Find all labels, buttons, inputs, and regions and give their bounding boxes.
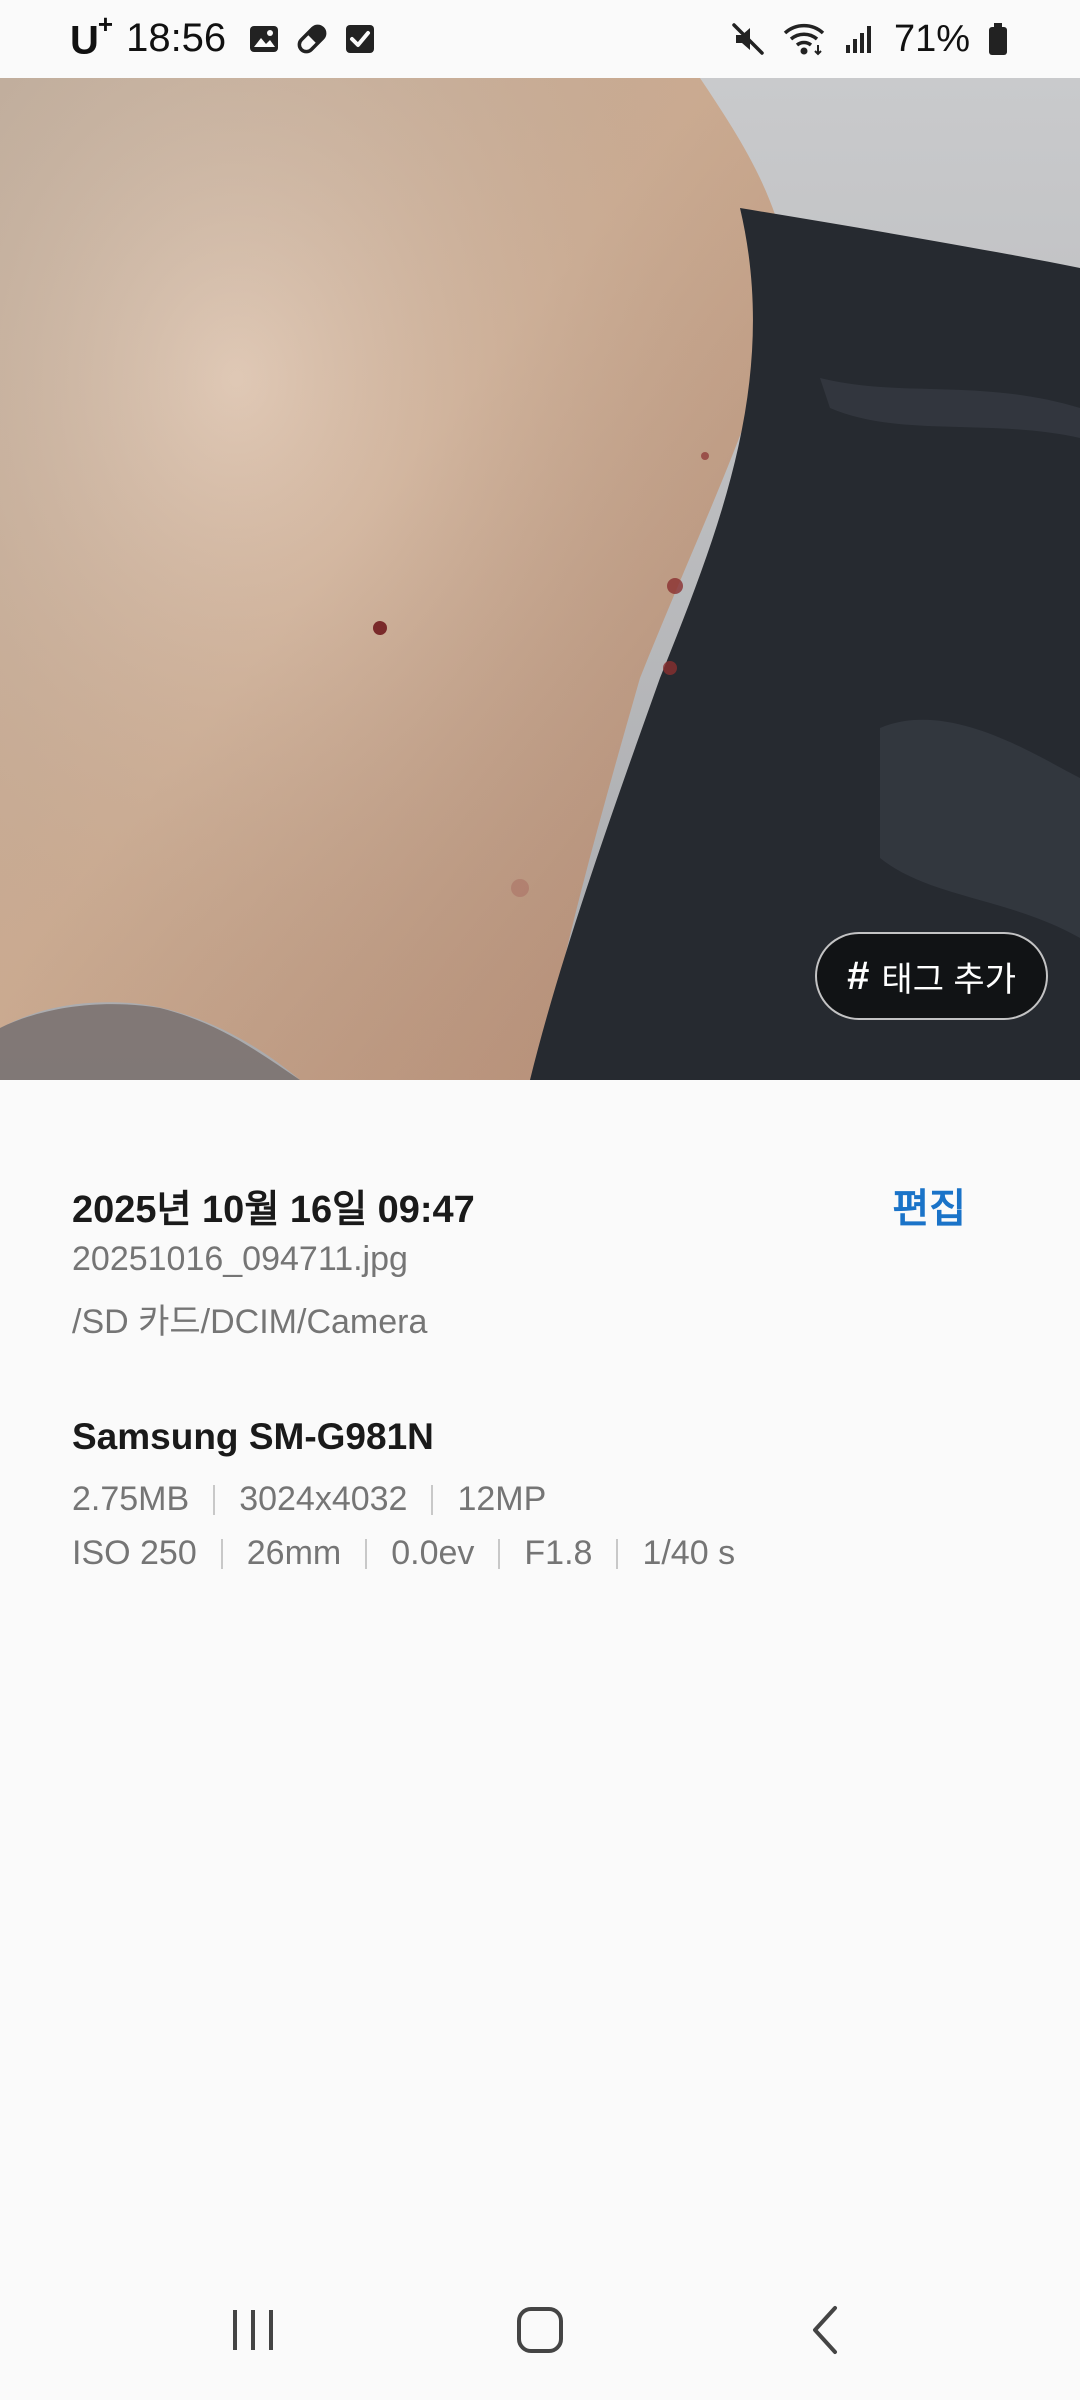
status-bar-right: 71% [730, 18, 1010, 61]
carrier-label: U+ [70, 8, 113, 63]
wifi-icon [782, 21, 826, 57]
checkbox-icon [344, 23, 376, 55]
status-bar: U+ 18:56 71% [0, 0, 1080, 78]
edit-button[interactable]: 편집 [892, 1176, 966, 1234]
photo-details: 2025년 10월 16일 09:47 편집 20251016_094711.j… [0, 1080, 1080, 2260]
shutter-speed: 1/40 s [642, 1534, 736, 1572]
date-time: 2025년 10월 16일 09:47 [72, 1188, 475, 1231]
file-name: 20251016_094711.jpg [72, 1240, 408, 1278]
camera-info-row: ISO 250 26mm 0.0ev F1.8 1/40 s [72, 1534, 735, 1573]
skin-photo [0, 78, 1080, 1080]
image-icon [248, 23, 280, 55]
iso-value: ISO 250 [72, 1534, 197, 1572]
status-bar-left: U+ 18:56 [70, 8, 376, 63]
battery-percent: 71% [893, 17, 970, 60]
battery-icon [986, 21, 1010, 57]
megapixels: 12MP [457, 1480, 547, 1518]
hashtag-icon: # [847, 953, 870, 998]
photo-preview[interactable]: # 태그 추가 [0, 78, 1080, 1080]
divider [616, 1538, 619, 1569]
resolution: 3024x4032 [239, 1480, 408, 1518]
mute-icon [730, 21, 766, 57]
aperture: F1.8 [524, 1534, 593, 1572]
divider [498, 1538, 501, 1569]
date-row: 2025년 10월 16일 09:47 편집 [72, 1176, 1008, 1234]
add-tag-label: 태그 추가 [881, 960, 1016, 999]
add-tag-button[interactable]: # 태그 추가 [815, 932, 1048, 1020]
navigation-bar [0, 2260, 1080, 2400]
exposure-value: 0.0ev [391, 1534, 475, 1572]
back-icon[interactable] [767, 2280, 887, 2380]
clock: 18:56 [126, 16, 227, 61]
focal-length: 26mm [246, 1534, 342, 1572]
device-name: Samsung SM-G981N [72, 1416, 434, 1457]
signal-icon [842, 21, 878, 57]
recent-apps-icon[interactable] [193, 2280, 313, 2380]
divider [220, 1538, 223, 1569]
pill-icon [294, 21, 330, 57]
divider [213, 1484, 216, 1515]
divider [431, 1484, 434, 1515]
file-path: /SD 카드/DCIM/Camera [72, 1303, 428, 1341]
file-info-row: 2.75MB 3024x4032 12MP [72, 1480, 546, 1519]
divider [365, 1538, 368, 1569]
home-icon[interactable] [480, 2280, 600, 2380]
file-size: 2.75MB [72, 1480, 190, 1518]
